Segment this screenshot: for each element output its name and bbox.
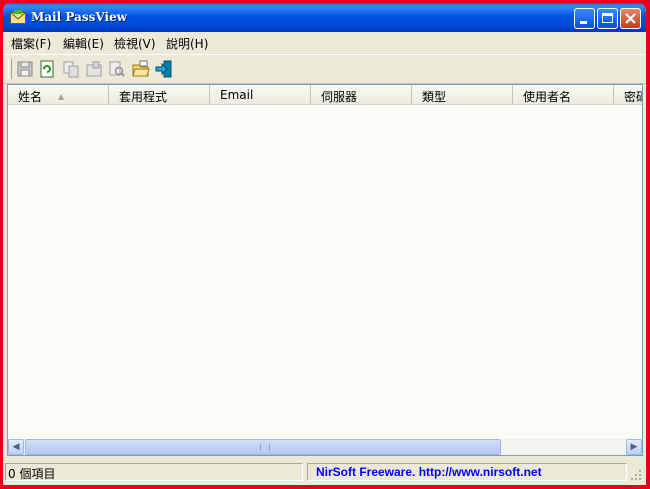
title-bar[interactable]: Mail PassView [3, 3, 646, 32]
minimize-button[interactable] [574, 8, 595, 29]
scroll-left-button[interactable]: ◀ [8, 439, 24, 455]
menu-view[interactable]: 檢視(V) [114, 35, 156, 52]
refresh-icon[interactable] [37, 59, 57, 79]
column-header-server[interactable]: 伺服器 [311, 85, 412, 104]
minimize-icon [580, 21, 587, 24]
scroll-right-button[interactable]: ▶ [626, 439, 642, 455]
column-header-password[interactable]: 密碼 [614, 85, 642, 104]
toolbar-grip[interactable] [8, 59, 12, 79]
column-header-email[interactable]: Email [210, 85, 311, 104]
properties-icon[interactable] [84, 59, 104, 79]
toolbar [3, 54, 646, 84]
exit-icon[interactable] [154, 59, 174, 79]
menu-help[interactable]: 說明(H) [166, 35, 208, 52]
column-header-application[interactable]: 套用程式 [109, 85, 210, 104]
sort-ascending-icon: ▲ [58, 92, 65, 101]
status-item-count: 0 個項目 [5, 463, 303, 481]
column-header-type[interactable]: 類型 [412, 85, 513, 104]
maximize-button[interactable] [597, 8, 618, 29]
column-header-username[interactable]: 使用者名 [513, 85, 614, 104]
app-envelope-icon [10, 10, 26, 24]
list-header: 姓名 ▲ 套用程式 Email 伺服器 類型 使用者名 密碼 [8, 85, 642, 105]
password-list[interactable]: 姓名 ▲ 套用程式 Email 伺服器 類型 使用者名 密碼 ◀ ▶ [7, 84, 643, 456]
resize-grip-icon[interactable] [630, 469, 642, 481]
menu-file[interactable]: 檔案(F) [11, 35, 51, 52]
app-window: Mail PassView 檔案(F) 編輯(E) 檢視(V) 說明(H) 姓名… [3, 3, 646, 485]
column-label: 姓名 [18, 90, 43, 104]
menu-bar: 檔案(F) 編輯(E) 檢視(V) 說明(H) [3, 32, 646, 52]
scroll-thumb[interactable] [25, 439, 501, 455]
horizontal-scrollbar[interactable]: ◀ ▶ [8, 439, 642, 455]
window-title: Mail PassView [31, 10, 127, 24]
maximize-icon [602, 13, 613, 23]
status-bar: 0 個項目 NirSoft Freeware. http://www.nirso… [3, 459, 646, 485]
close-button[interactable] [620, 8, 641, 29]
open-folder-icon[interactable] [131, 59, 151, 79]
find-icon[interactable] [107, 59, 127, 79]
status-nirsoft-link[interactable]: NirSoft Freeware. http://www.nirsoft.net [307, 463, 627, 481]
save-icon[interactable] [15, 59, 35, 79]
copy-icon[interactable] [61, 59, 81, 79]
thumb-grip-icon [260, 444, 270, 451]
column-header-name[interactable]: 姓名 ▲ [8, 85, 109, 104]
close-icon [625, 13, 636, 24]
menu-edit[interactable]: 編輯(E) [63, 35, 104, 52]
